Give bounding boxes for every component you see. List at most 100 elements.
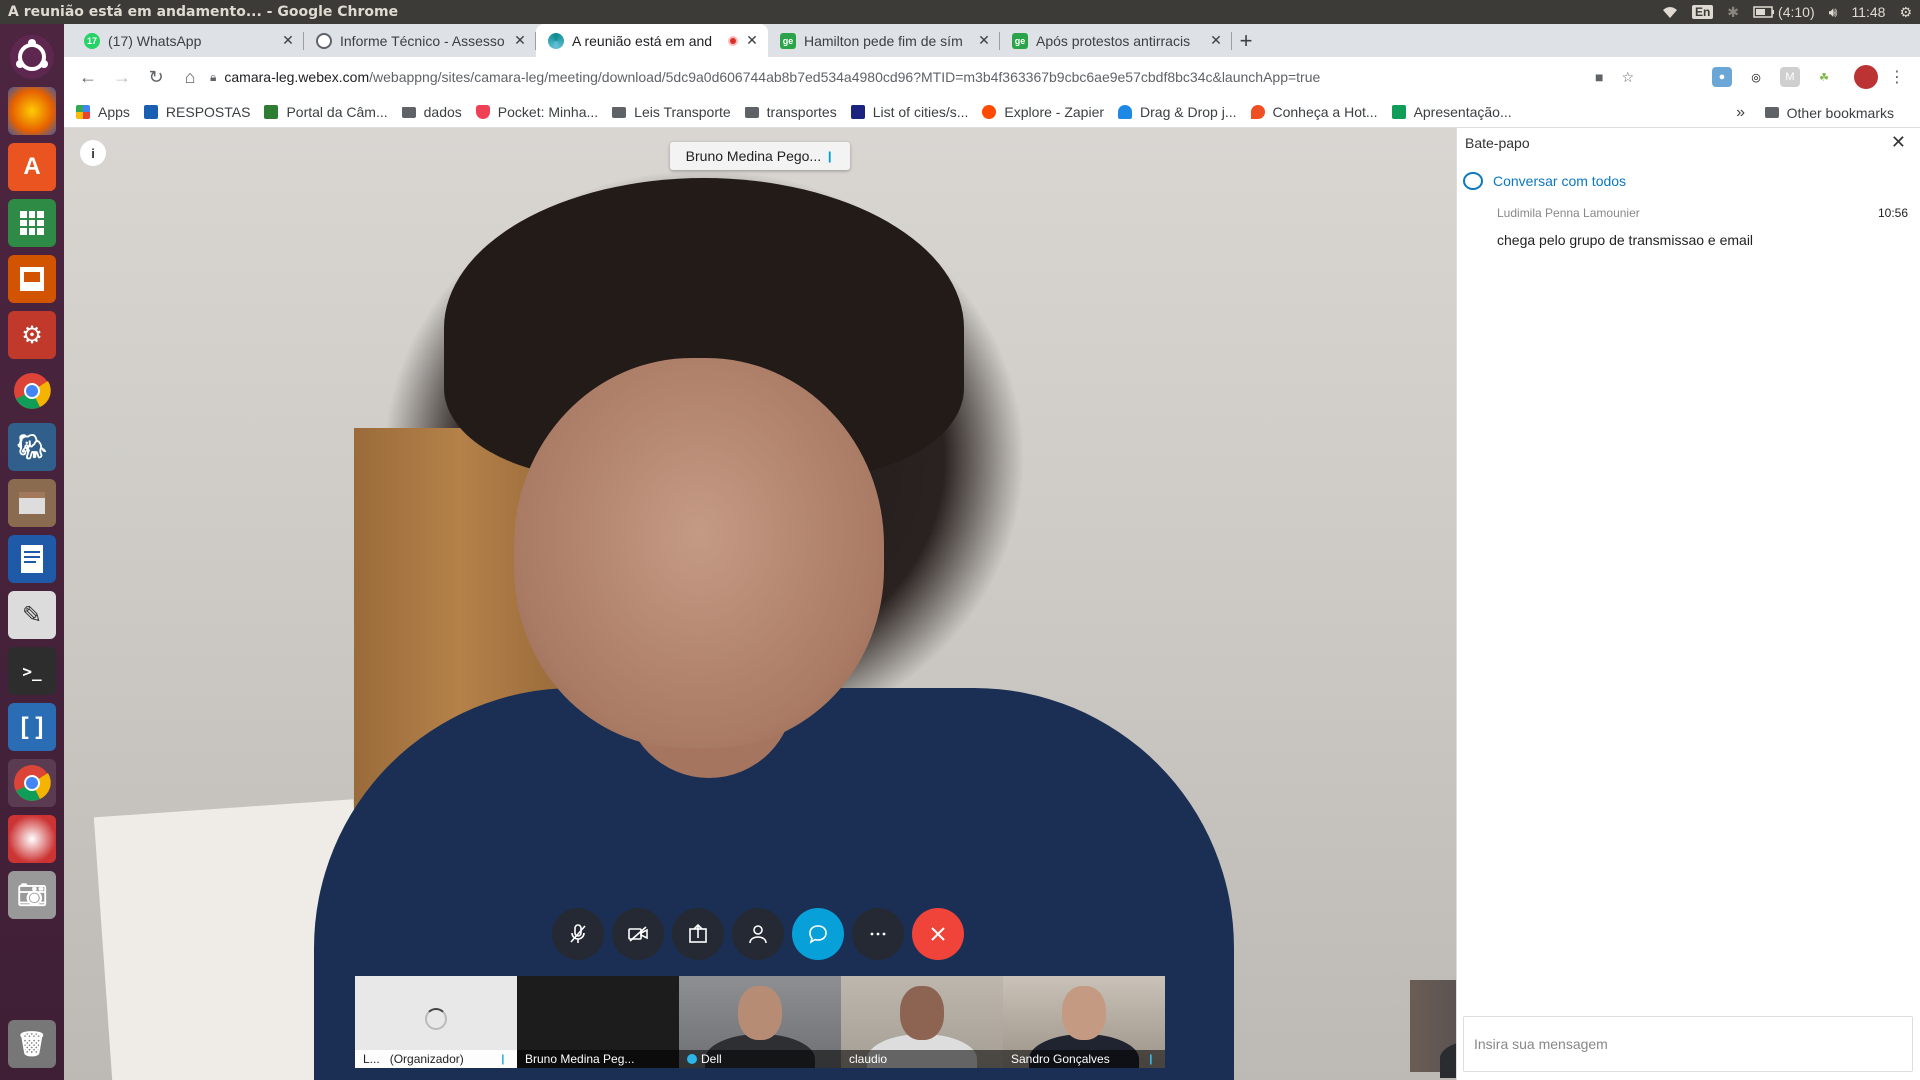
close-icon[interactable]: ✕: [1208, 32, 1224, 49]
webcam-app-icon[interactable]: [8, 815, 56, 863]
chat-bubble-icon: [809, 925, 827, 944]
volume-icon[interactable]: 🔊︎: [1829, 4, 1838, 21]
writer-icon[interactable]: [8, 535, 56, 583]
address-bar[interactable]: 🔒︎ camara-leg.webex.com /webappng/sites/…: [204, 61, 1634, 93]
camera-in-use-icon[interactable]: ■: [1595, 69, 1603, 85]
self-view-video[interactable]: [1410, 980, 1456, 1078]
microphone-muted-icon: [570, 924, 586, 943]
participant-label: Bruno Medina Peg...: [517, 1050, 679, 1068]
close-icon[interactable]: ✕: [976, 32, 992, 49]
forward-arrow-icon[interactable]: →: [106, 61, 138, 93]
bookmark-pocket[interactable]: Pocket: Minha...: [475, 104, 598, 120]
ubuntu-logo-icon[interactable]: [10, 35, 54, 79]
bookmark-folder-leis-transporte[interactable]: Leis Transporte: [612, 104, 731, 120]
chat-button[interactable]: [792, 908, 844, 960]
participant-thumbnail[interactable]: Bruno Medina Peg...: [517, 976, 679, 1068]
bookmark-zapier[interactable]: Explore - Zapier: [982, 104, 1104, 120]
ubuntu-launcher: A ⚙ 🐘︎ ✎ >_ [ ] 📷︎ 🗑︎: [0, 24, 64, 1080]
participant-label: claudio: [841, 1050, 1003, 1068]
home-icon[interactable]: ⌂: [174, 61, 206, 93]
mute-button[interactable]: [552, 908, 604, 960]
tab-title: (17) WhatsApp: [108, 32, 202, 49]
back-arrow-icon[interactable]: ←: [72, 61, 104, 93]
m-extension-icon[interactable]: M: [1780, 67, 1800, 87]
bookmark-label: Conheça a Hot...: [1272, 104, 1378, 120]
reload-icon[interactable]: ↻: [140, 61, 172, 93]
ellipsis-icon: [870, 932, 886, 936]
close-icon[interactable]: ✕: [280, 32, 296, 49]
firefox-icon[interactable]: [8, 87, 56, 135]
bluetooth-icon[interactable]: ✱: [1727, 4, 1739, 21]
chat-message-input[interactable]: [1463, 1016, 1913, 1072]
leaf-extension-icon[interactable]: ☘: [1814, 67, 1834, 87]
extensions-area: ● ◎ M ☘: [1712, 63, 1834, 91]
file-manager-icon[interactable]: [8, 479, 56, 527]
keyboard-layout-indicator[interactable]: En: [1691, 5, 1714, 19]
bookmark-label: List of cities/s...: [872, 104, 969, 120]
participant-thumbnail[interactable]: claudio: [841, 976, 1003, 1068]
participant-thumbnail[interactable]: L... (Organizador) ❙: [355, 976, 517, 1068]
bookmark-label: Apps: [98, 104, 130, 120]
webex-client-icon: [687, 1054, 697, 1064]
leave-meeting-button[interactable]: [912, 908, 964, 960]
software-center-icon[interactable]: A: [8, 143, 56, 191]
extension-icon-1[interactable]: ●: [1712, 67, 1732, 87]
trash-icon[interactable]: 🗑︎: [8, 1020, 56, 1068]
glasses-extension-icon[interactable]: ◎: [1746, 67, 1766, 87]
camera-icon[interactable]: 📷︎: [8, 871, 56, 919]
chat-recipient-selector[interactable]: Conversar com todos: [1463, 172, 1920, 190]
bookmark-star-icon[interactable]: ☆: [1621, 69, 1634, 86]
wifi-icon[interactable]: [1662, 5, 1678, 19]
bookmark-apps[interactable]: Apps: [76, 104, 130, 120]
more-options-button[interactable]: [852, 908, 904, 960]
bookmark-hotmart[interactable]: Conheça a Hot...: [1250, 104, 1378, 120]
avatar[interactable]: [1854, 65, 1878, 89]
bookmark-apresentacao[interactable]: Apresentação...: [1391, 104, 1512, 120]
clock[interactable]: 11:48: [1851, 4, 1885, 20]
participant-label: Dell: [679, 1050, 841, 1068]
presentation-icon[interactable]: [8, 255, 56, 303]
bookmark-folder-dados[interactable]: dados: [401, 104, 462, 120]
app-bracket-icon[interactable]: [ ]: [8, 703, 56, 751]
tab-webex-meeting[interactable]: A reunião está em and ✕: [536, 24, 768, 57]
tab-whatsapp[interactable]: 17 (17) WhatsApp ✕: [72, 24, 304, 57]
share-button[interactable]: [672, 908, 724, 960]
chrome-icon[interactable]: [8, 367, 56, 415]
bookmark-folder-transportes[interactable]: transportes: [744, 104, 837, 120]
participant-thumbnail[interactable]: Sandro Gonçalves ❙: [1003, 976, 1165, 1068]
bookmark-portal-camara[interactable]: Portal da Câm...: [264, 104, 388, 120]
tab-hamilton[interactable]: ge Hamilton pede fim de sím ✕: [768, 24, 1000, 57]
pgadmin-elephant-icon[interactable]: 🐘︎: [8, 423, 56, 471]
battery-icon: [1753, 6, 1775, 18]
lock-icon[interactable]: 🔒︎: [210, 70, 216, 85]
battery-indicator[interactable]: (4:10): [1753, 4, 1815, 20]
menu-kebab-icon[interactable]: ⋮: [1889, 67, 1905, 87]
more-bookmarks-chevron-icon[interactable]: »: [1736, 97, 1745, 128]
participants-button[interactable]: [732, 908, 784, 960]
participant-thumbnail[interactable]: Dell: [679, 976, 841, 1068]
bookmark-respostas[interactable]: RESPOSTAS: [143, 104, 250, 120]
meeting-video-stage[interactable]: i Bruno Medina Pego... ❙ L... (Organizad…: [64, 128, 1456, 1080]
bookmark-list-of-cities[interactable]: List of cities/s...: [850, 104, 969, 120]
spreadsheet-icon[interactable]: [8, 199, 56, 247]
meeting-controls: [552, 908, 964, 960]
close-icon[interactable]: ✕: [1891, 132, 1906, 153]
tab-informe-tecnico[interactable]: Informe Técnico - Assesso ✕: [304, 24, 536, 57]
recording-indicator-icon: [728, 35, 738, 46]
close-icon[interactable]: ✕: [744, 32, 760, 49]
bookmark-drag-drop[interactable]: Drag & Drop j...: [1118, 104, 1237, 120]
text-editor-icon[interactable]: ✎: [8, 591, 56, 639]
close-icon[interactable]: ✕: [512, 32, 528, 49]
active-speaker-label: Bruno Medina Pego... ❙: [670, 142, 850, 170]
gear-icon[interactable]: ⚙: [1899, 4, 1912, 21]
loading-spinner-icon: [425, 1008, 447, 1030]
terminal-icon[interactable]: >_: [8, 647, 56, 695]
tab-apos-protestos[interactable]: ge Após protestos antirracis ✕: [1000, 24, 1232, 57]
video-button[interactable]: [612, 908, 664, 960]
bookmark-other-bookmarks[interactable]: Other bookmarks: [1764, 97, 1894, 128]
bookmark-label: transportes: [766, 104, 837, 120]
meeting-info-icon[interactable]: i: [80, 140, 106, 166]
new-tab-button[interactable]: +: [1232, 24, 1260, 57]
chrome-active-icon[interactable]: [8, 759, 56, 807]
system-settings-icon[interactable]: ⚙: [8, 311, 56, 359]
